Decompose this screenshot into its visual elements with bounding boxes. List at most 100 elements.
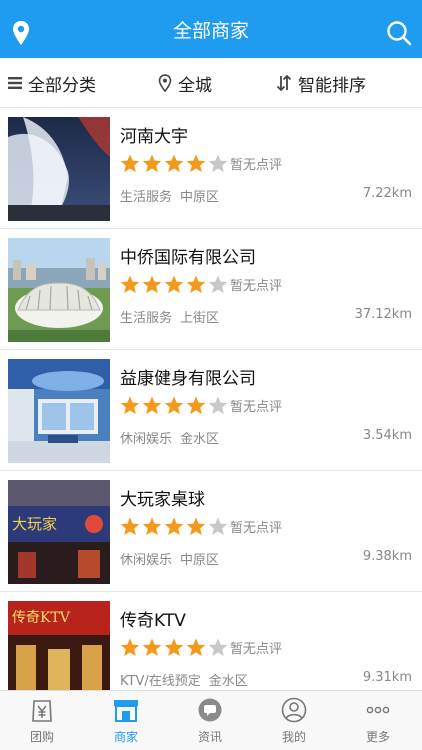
merchant-category: KTV/在线预定 [120, 674, 201, 689]
star-empty-icon [208, 638, 228, 656]
tab-news[interactable]: 资讯 [168, 691, 252, 750]
merchant-photo [8, 359, 110, 463]
star-filled-icon [142, 638, 162, 656]
merchant-category: 休闲娱乐 [120, 553, 173, 568]
tab-label: 更多 [365, 730, 390, 744]
merchant-distance: 3.54km [362, 428, 412, 443]
tab-label: 资讯 [197, 730, 222, 744]
tab-group-buy[interactable]: 团购 [0, 691, 84, 750]
merchant-photo: 大玩家 [8, 480, 110, 584]
merchant-category: 生活服务 [120, 190, 173, 205]
more-dots-icon [365, 697, 391, 723]
star-filled-icon [120, 275, 140, 293]
merchant-category: 休闲娱乐 [120, 432, 173, 447]
filter-category-label: 全部分类 [28, 75, 96, 96]
shop-sign-text: 传奇KTV [12, 610, 70, 626]
star-filled-icon [164, 638, 184, 656]
star-filled-icon [142, 154, 162, 172]
merchant-meta: 生活服务 中原区 [120, 186, 219, 205]
merchant-meta: KTV/在线预定 金水区 [120, 670, 248, 689]
header-bar: 全部商家 [0, 0, 422, 58]
star-filled-icon [186, 638, 206, 656]
star-filled-icon [164, 517, 184, 535]
merchant-district: 金水区 [208, 674, 248, 689]
star-filled-icon [120, 638, 140, 656]
star-filled-icon [142, 517, 162, 535]
star-empty-icon [208, 396, 228, 414]
merchant-district: 中原区 [180, 553, 220, 568]
bottom-tab-bar: 团购 商家 资讯 我的 更多 [0, 690, 422, 750]
merchant-category: 生活服务 [120, 311, 173, 326]
location-pin-icon [158, 74, 172, 92]
filter-category[interactable]: 全部分类 [8, 58, 96, 108]
review-status: 暂无点评 [230, 642, 283, 657]
star-empty-icon [208, 154, 228, 172]
star-filled-icon [186, 396, 206, 414]
review-status: 暂无点评 [230, 521, 283, 536]
rating-stars [120, 517, 230, 536]
star-filled-icon [186, 154, 206, 172]
shop-icon [113, 697, 139, 723]
star-filled-icon [120, 396, 140, 414]
review-status: 暂无点评 [230, 279, 283, 294]
merchant-distance: 9.38km [362, 549, 412, 564]
merchant-meta: 休闲娱乐 中原区 [120, 549, 219, 568]
merchant-district: 中原区 [180, 190, 220, 205]
tab-more[interactable]: 更多 [336, 691, 420, 750]
tab-merchants[interactable]: 商家 [84, 691, 168, 750]
sort-arrows-icon [276, 74, 292, 92]
star-empty-icon [208, 275, 228, 293]
merchant-district: 金水区 [180, 432, 220, 447]
rating-stars [120, 396, 230, 415]
filter-sort-label: 智能排序 [298, 75, 366, 96]
merchant-district: 上街区 [180, 311, 220, 326]
review-status: 暂无点评 [230, 158, 283, 173]
review-status: 暂无点评 [230, 400, 283, 415]
merchant-name: 益康健身有限公司 [120, 369, 256, 389]
rating-stars [120, 638, 230, 657]
star-filled-icon [164, 396, 184, 414]
merchant-distance: 9.31km [362, 670, 412, 685]
star-filled-icon [164, 275, 184, 293]
list-item[interactable]: 传奇KTV 传奇KTV 暂无点评 KTV/在线预定 金水区 9.31km [0, 592, 422, 690]
merchant-name: 大玩家桌球 [120, 490, 205, 510]
star-filled-icon [186, 517, 206, 535]
merchant-distance: 7.22km [362, 186, 412, 201]
star-filled-icon [120, 517, 140, 535]
merchant-photo: 传奇KTV [8, 601, 110, 690]
merchant-list: 河南大宇 暂无点评 生活服务 中原区 7.22km 中侨国际有限公司 暂无点评 … [0, 108, 422, 690]
chat-icon [197, 697, 223, 723]
tab-mine[interactable]: 我的 [252, 691, 336, 750]
merchant-distance: 37.12km [354, 307, 412, 322]
list-item[interactable]: 大玩家 大玩家桌球 暂无点评 休闲娱乐 中原区 9.38km [0, 471, 422, 592]
filter-area-label: 全城 [178, 75, 212, 96]
merchant-meta: 生活服务 上街区 [120, 307, 219, 326]
star-empty-icon [208, 517, 228, 535]
star-filled-icon [142, 275, 162, 293]
star-filled-icon [164, 154, 184, 172]
shop-sign-text: 大玩家 [12, 515, 58, 533]
rating-stars [120, 154, 230, 173]
merchant-name: 河南大宇 [120, 127, 188, 147]
star-filled-icon [142, 396, 162, 414]
list-item[interactable]: 河南大宇 暂无点评 生活服务 中原区 7.22km [0, 108, 422, 229]
yuan-bag-icon [29, 697, 55, 723]
tab-label: 我的 [281, 730, 306, 744]
star-filled-icon [120, 154, 140, 172]
tab-label: 团购 [29, 730, 54, 744]
merchant-name: 传奇KTV [120, 611, 186, 631]
star-filled-icon [186, 275, 206, 293]
rating-stars [120, 275, 230, 294]
merchant-photo [8, 238, 110, 342]
page-title: 全部商家 [172, 20, 249, 42]
list-item[interactable]: 益康健身有限公司 暂无点评 休闲娱乐 金水区 3.54km [0, 350, 422, 471]
filter-sort[interactable]: 智能排序 [276, 58, 366, 108]
merchant-meta: 休闲娱乐 金水区 [120, 428, 219, 447]
search-icon[interactable] [386, 20, 412, 46]
filter-area[interactable]: 全城 [158, 58, 212, 108]
merchant-photo [8, 117, 110, 221]
merchant-name: 中侨国际有限公司 [120, 248, 256, 268]
list-item[interactable]: 中侨国际有限公司 暂无点评 生活服务 上街区 37.12km [0, 229, 422, 350]
filter-bar: 全部分类 全城 智能排序 [0, 58, 422, 108]
list-menu-icon [8, 76, 22, 90]
